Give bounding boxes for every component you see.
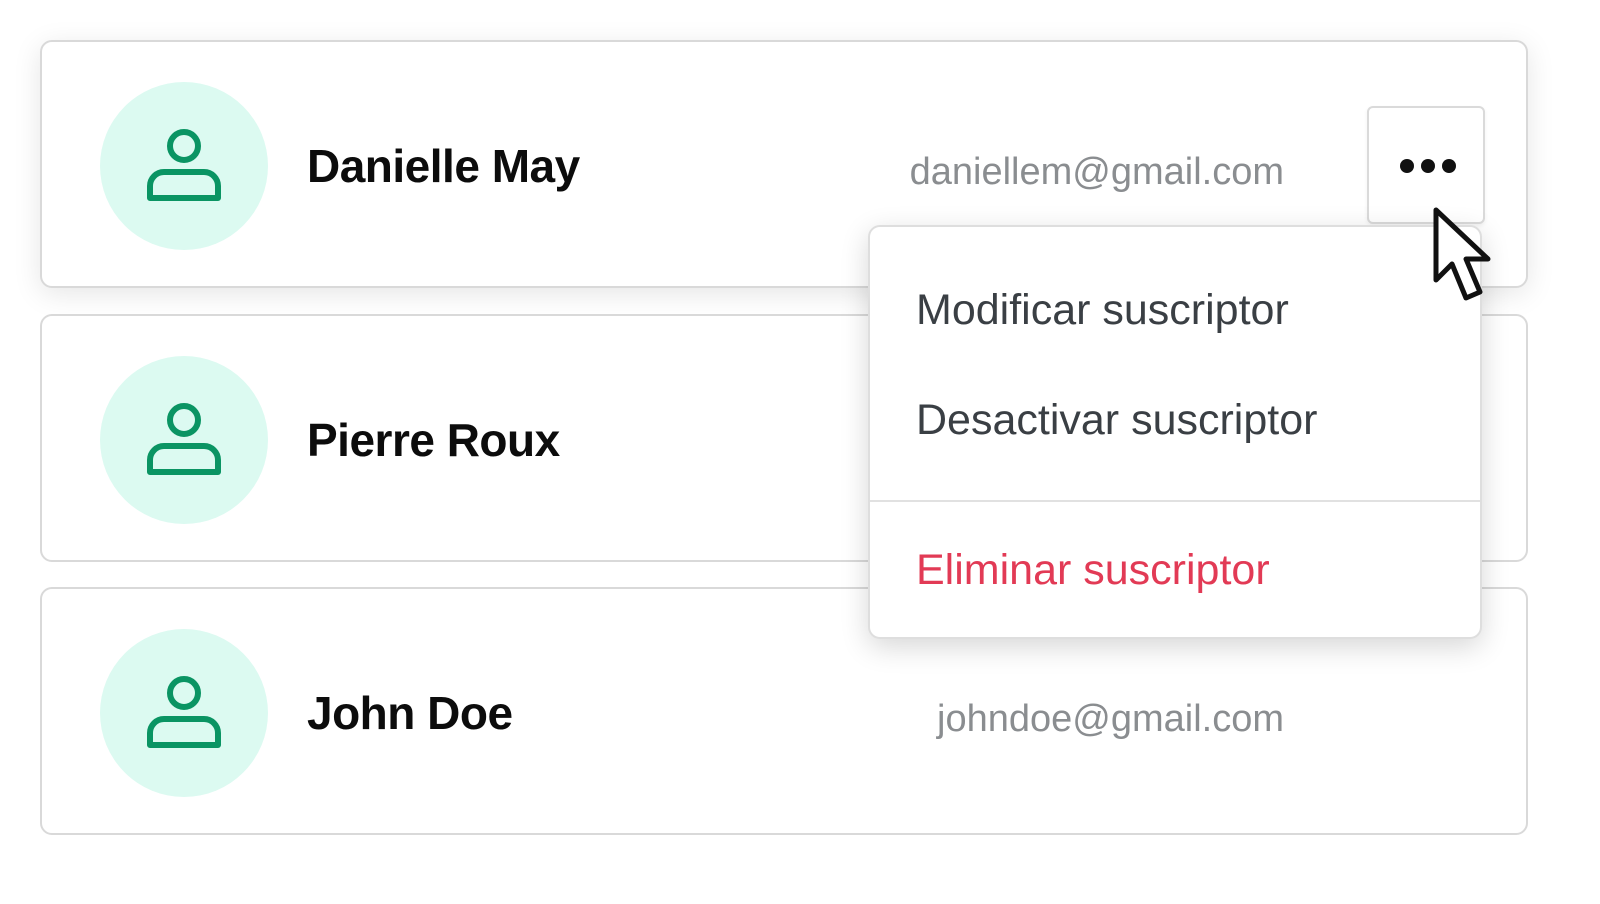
subscriber-list: Danielle May daniellem@gmail.com Pierre … [0,0,1600,904]
menu-item-delete-subscriber[interactable]: Eliminar suscriptor [916,543,1270,597]
menu-item-deactivate-subscriber[interactable]: Desactivar suscriptor [916,393,1317,447]
user-icon [147,403,221,475]
menu-item-edit-subscriber[interactable]: Modificar suscriptor [916,283,1289,337]
user-icon [147,129,221,201]
subscriber-name: Danielle May [307,140,580,192]
subscriber-email: johndoe@gmail.com [937,698,1284,740]
avatar [100,82,268,250]
mouse-pointer-icon [1433,207,1491,301]
avatar [100,629,268,797]
subscriber-email: daniellem@gmail.com [909,151,1284,193]
user-icon [147,676,221,748]
subscriber-name: Pierre Roux [307,414,560,466]
avatar [100,356,268,524]
actions-dropdown-menu: Modificar suscriptor Desactivar suscript… [868,225,1482,639]
more-horizontal-icon [1400,159,1456,173]
subscriber-name: John Doe [307,687,513,739]
menu-divider [870,500,1480,502]
